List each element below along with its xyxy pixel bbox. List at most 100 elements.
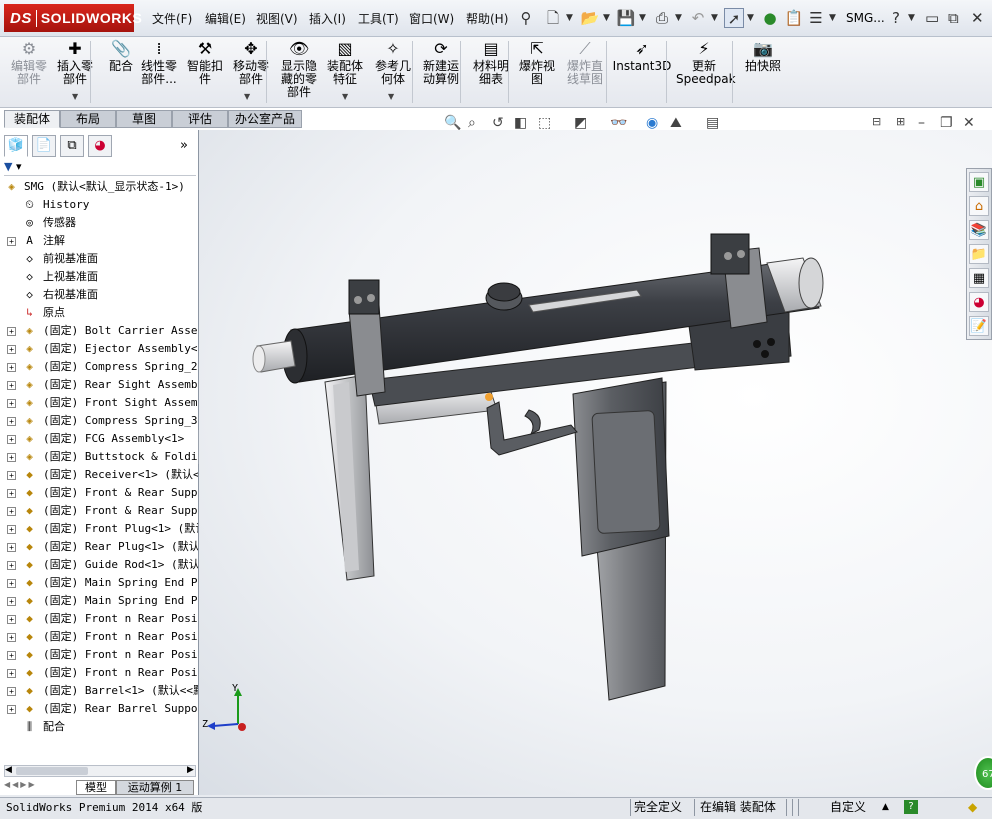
tree-item[interactable]: + ◆ (固定) Front & Rear Support — [0, 484, 198, 502]
tree-item[interactable]: + ◈ (固定) Bolt Carrier Assembly — [0, 322, 198, 340]
menu-view[interactable]: 视图(V) — [256, 10, 298, 27]
design-library-icon[interactable]: 📚 — [969, 220, 989, 240]
expand-icon[interactable]: + — [7, 615, 16, 624]
viewport-close-icon[interactable]: ✕ — [963, 115, 975, 131]
expand-icon[interactable]: + — [7, 453, 16, 462]
section-view-icon[interactable]: ◧ — [514, 115, 527, 131]
maximize-icon[interactable]: ⧉ — [948, 9, 959, 27]
ribbon-smart-fastener-button[interactable]: ⚒ 智能扣 件 — [182, 40, 228, 86]
home-icon[interactable]: ⌂ — [969, 196, 989, 216]
chevron-down-icon[interactable]: ▼ — [829, 13, 836, 23]
scroll-right-icon[interactable]: ▶ — [187, 765, 194, 775]
chevron-down-icon[interactable]: ▼ — [72, 92, 78, 101]
hide-show-items-icon[interactable]: 👓 — [610, 115, 627, 131]
tree-item[interactable]: + ◈ (固定) Compress Spring_2<1> — [0, 358, 198, 376]
quick-tips-icon[interactable]: ? — [904, 800, 918, 814]
expand-icon[interactable]: + — [7, 597, 16, 606]
chevron-up-icon[interactable]: ▲ — [882, 799, 889, 816]
tree-item[interactable]: ◎ 传感器 — [0, 214, 198, 232]
expand-icon[interactable]: + — [7, 381, 16, 390]
tree-item[interactable]: + A 注解 — [0, 232, 198, 250]
tree-item[interactable]: + ◈ (固定) Ejector Assembly<1> — [0, 340, 198, 358]
solidworks-resources-icon[interactable]: ▣ — [969, 172, 989, 192]
view-palette-icon[interactable]: ▦ — [969, 268, 989, 288]
ribbon-insert-component-button[interactable]: ✚ 插入零 部件 — [52, 40, 98, 86]
ribbon-move-component-button[interactable]: ✥ 移动零 部件 — [228, 40, 274, 86]
menu-window[interactable]: 窗口(W) — [409, 10, 454, 27]
file-properties-icon[interactable]: 📋 — [784, 8, 804, 28]
tree-item[interactable]: + ◆ (固定) Front & Rear Support — [0, 502, 198, 520]
expand-icon[interactable]: + — [7, 705, 16, 714]
chevron-down-icon[interactable]: ▼ — [747, 13, 754, 23]
ribbon-linear-pattern-button[interactable]: ⁞ 线性零 部件... — [136, 40, 182, 86]
expand-icon[interactable]: + — [7, 651, 16, 660]
tree-item[interactable]: ⏲ History — [0, 196, 198, 214]
expand-icon[interactable]: + — [7, 561, 16, 570]
open-folder-icon[interactable]: 📂 — [580, 8, 600, 28]
ribbon-assembly-feature-button[interactable]: ▧ 装配体 特征 — [322, 40, 368, 86]
ribbon-exploded-view-button[interactable]: ⇱ 爆炸视 图 — [514, 40, 560, 86]
menu-help[interactable]: 帮助(H) — [466, 10, 508, 27]
tree-item[interactable]: ◇ 前视基准面 — [0, 250, 198, 268]
tree-item[interactable]: + ◆ (固定) Front Plug<1> (默认 — [0, 520, 198, 538]
chevron-down-icon[interactable]: ▼ — [566, 13, 573, 23]
tree-root[interactable]: ◈ SMG (默认<默认_显示状态-1>) — [0, 178, 198, 196]
zoom-to-fit-icon[interactable]: 🔍 — [444, 115, 461, 131]
chevron-down-icon[interactable]: ▼ — [342, 92, 348, 101]
expand-icon[interactable]: + — [7, 543, 16, 552]
ribbon-speedpak-button[interactable]: ⚡ 更新 Speedpak — [676, 40, 736, 86]
expand-icon[interactable]: + — [7, 237, 16, 246]
expand-icon[interactable]: + — [7, 363, 16, 372]
tree-item[interactable]: + ◆ (固定) Main Spring End Piece — [0, 592, 198, 610]
viewport-tile-icon[interactable]: ⊟ — [872, 115, 881, 128]
tree-item[interactable]: ◇ 上视基准面 — [0, 268, 198, 286]
options-icon[interactable]: ☰ — [806, 8, 826, 28]
tree-item[interactable]: + ◆ (固定) Front n Rear Position — [0, 628, 198, 646]
tab-evaluate[interactable]: 评估 — [172, 110, 228, 128]
ribbon-explode-line-button[interactable]: ⟋ 爆炸直 线草图 — [562, 40, 608, 86]
view-settings-icon[interactable]: ▤ — [706, 115, 719, 131]
save-icon[interactable]: 💾 — [616, 8, 636, 28]
expand-icon[interactable]: + — [7, 489, 16, 498]
chevron-down-icon[interactable]: ▼ — [675, 13, 682, 23]
chevron-down-icon[interactable]: ▼ — [711, 13, 718, 23]
tab-scroll-arrows[interactable]: ◀◀▶▶ — [4, 780, 76, 795]
expand-icon[interactable]: + — [7, 669, 16, 678]
close-icon[interactable]: ✕ — [971, 9, 984, 27]
ribbon-show-hidden-button[interactable]: 👁 显示隐 藏的零 部件 — [276, 40, 322, 99]
menu-edit[interactable]: 编辑(E) — [205, 10, 246, 27]
tab-model[interactable]: 模型 — [76, 780, 116, 795]
expand-icon[interactable]: + — [7, 687, 16, 696]
ribbon-reference-geometry-button[interactable]: ✧ 参考几 何体 — [370, 40, 416, 86]
expand-icon[interactable]: + — [7, 507, 16, 516]
ribbon-motion-study-button[interactable]: ⟳ 新建运 动算例 — [418, 40, 464, 86]
chevron-down-icon[interactable]: ▼ — [908, 13, 915, 23]
expand-icon[interactable]: + — [7, 579, 16, 588]
expand-icon[interactable]: + — [7, 399, 16, 408]
configuration-tab-icon[interactable]: ⧉ — [60, 135, 84, 157]
appearances-icon[interactable]: ◕ — [969, 292, 989, 312]
tab-assembly[interactable]: 装配体 — [4, 110, 60, 128]
tree-item[interactable]: + ◈ (固定) Rear Sight Assembly — [0, 376, 198, 394]
tab-office-products[interactable]: 办公室产品 — [228, 110, 302, 128]
scrollbar-thumb[interactable] — [16, 767, 88, 775]
chevron-down-icon[interactable]: ▼ — [639, 13, 646, 23]
menu-file[interactable]: 文件(F) — [152, 10, 192, 27]
zoom-to-area-icon[interactable]: ⌕ — [468, 115, 476, 131]
tree-item[interactable]: + ◆ (固定) Front n Rear Position — [0, 610, 198, 628]
edit-appearance-icon[interactable]: ◉ — [646, 115, 658, 131]
viewport-restore-icon[interactable]: ❐ — [940, 115, 953, 131]
select-cursor-icon[interactable]: ➚ — [724, 8, 744, 28]
tree-filter[interactable]: ▼ ▾ — [4, 160, 196, 176]
viewport-split-icon[interactable]: ⊞ — [896, 115, 905, 128]
tree-item[interactable]: + ◈ (固定) FCG Assembly<1> — [0, 430, 198, 448]
rebuild-icon[interactable]: ● — [760, 8, 780, 28]
tree-item[interactable]: + ◆ (固定) Guide Rod<1> (默认 — [0, 556, 198, 574]
tree-item[interactable]: + ◆ (固定) Front n Rear Position — [0, 646, 198, 664]
apply-scene-icon[interactable]: ⛰ — [670, 115, 682, 131]
chevron-down-icon[interactable]: ▼ — [388, 92, 394, 101]
units-status[interactable]: 自定义 — [830, 799, 866, 816]
tree-item[interactable]: + ◆ (固定) Main Spring End Piece — [0, 574, 198, 592]
tab-layout[interactable]: 布局 — [60, 110, 116, 128]
tree-item[interactable]: + ◆ (固定) Rear Plug<1> (默认 — [0, 538, 198, 556]
